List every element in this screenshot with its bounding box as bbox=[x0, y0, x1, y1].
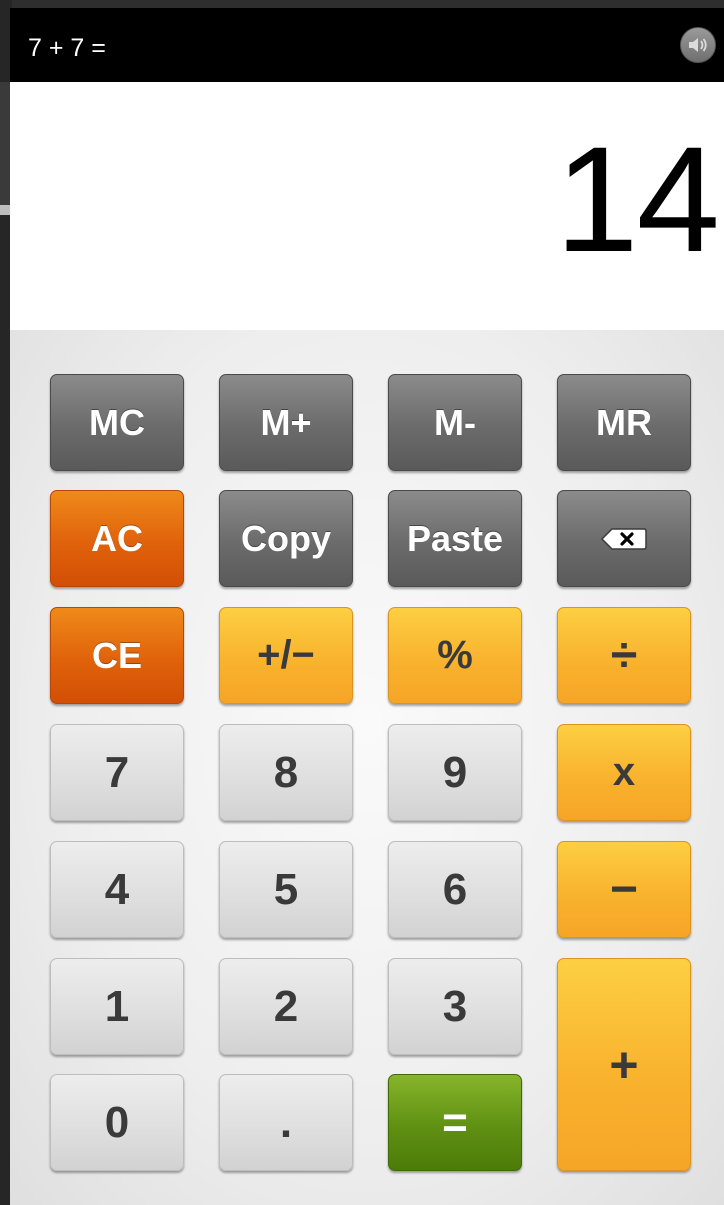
speaker-icon[interactable] bbox=[680, 27, 716, 63]
memory-clear-button[interactable]: MC bbox=[50, 374, 184, 471]
digit-2-button[interactable]: 2 bbox=[219, 958, 353, 1055]
button-label: MC bbox=[89, 401, 145, 443]
memory-add-button[interactable]: M+ bbox=[219, 374, 353, 471]
all-clear-button[interactable]: AC bbox=[50, 490, 184, 587]
button-label: CE bbox=[91, 634, 142, 676]
clear-entry-button[interactable]: CE bbox=[50, 607, 184, 704]
minus-button[interactable]: − bbox=[557, 841, 691, 938]
digit-3-button[interactable]: 3 bbox=[388, 958, 522, 1055]
expression-bar: 7 + 7 = bbox=[10, 8, 724, 82]
button-label: 4 bbox=[104, 864, 130, 914]
button-label: 3 bbox=[442, 981, 468, 1031]
button-label: 8 bbox=[273, 747, 299, 797]
sign-toggle-button[interactable]: +/− bbox=[219, 607, 353, 704]
button-label: M+ bbox=[260, 401, 312, 443]
percent-button[interactable]: % bbox=[388, 607, 522, 704]
digit-5-button[interactable]: 5 bbox=[219, 841, 353, 938]
calculator-app: 7 + 7 = 14 MC M+ M- MR AC Copy Paste CE … bbox=[10, 8, 724, 1205]
button-label: x bbox=[612, 750, 636, 794]
result-display: 14 bbox=[10, 82, 724, 330]
copy-button[interactable]: Copy bbox=[219, 490, 353, 587]
button-label: MR bbox=[596, 401, 652, 443]
button-label: − bbox=[609, 863, 639, 916]
button-label: + bbox=[609, 1036, 639, 1093]
button-label: 7 bbox=[104, 747, 130, 797]
button-label: 0 bbox=[104, 1097, 130, 1147]
divide-button[interactable]: ÷ bbox=[557, 607, 691, 704]
plus-button[interactable]: + bbox=[557, 958, 691, 1171]
digit-6-button[interactable]: 6 bbox=[388, 841, 522, 938]
result-value: 14 bbox=[555, 115, 720, 283]
paste-button[interactable]: Paste bbox=[388, 490, 522, 587]
keypad: MC M+ M- MR AC Copy Paste CE +/− % ÷ 7 8… bbox=[10, 330, 724, 1205]
button-label: M- bbox=[434, 401, 476, 443]
button-label: AC bbox=[91, 517, 143, 559]
memory-subtract-button[interactable]: M- bbox=[388, 374, 522, 471]
button-label: ÷ bbox=[610, 629, 638, 682]
button-label: . bbox=[279, 1097, 293, 1147]
button-label: +/− bbox=[257, 633, 315, 677]
button-label: = bbox=[442, 1097, 468, 1147]
backspace-button[interactable] bbox=[557, 490, 691, 587]
digit-4-button[interactable]: 4 bbox=[50, 841, 184, 938]
digit-8-button[interactable]: 8 bbox=[219, 724, 353, 821]
digit-7-button[interactable]: 7 bbox=[50, 724, 184, 821]
digit-1-button[interactable]: 1 bbox=[50, 958, 184, 1055]
button-label: 9 bbox=[442, 747, 468, 797]
button-label: % bbox=[437, 633, 473, 677]
multiply-button[interactable]: x bbox=[557, 724, 691, 821]
button-label: Copy bbox=[241, 517, 331, 559]
equals-button[interactable]: = bbox=[388, 1074, 522, 1171]
button-label: 2 bbox=[273, 981, 299, 1031]
digit-0-button[interactable]: 0 bbox=[50, 1074, 184, 1171]
memory-recall-button[interactable]: MR bbox=[557, 374, 691, 471]
decimal-point-button[interactable]: . bbox=[219, 1074, 353, 1171]
button-label: Paste bbox=[406, 517, 504, 559]
button-label: 5 bbox=[273, 864, 299, 914]
button-label: 6 bbox=[442, 864, 468, 914]
backspace-icon bbox=[600, 518, 648, 560]
digit-9-button[interactable]: 9 bbox=[388, 724, 522, 821]
button-label: 1 bbox=[104, 981, 130, 1031]
expression-text: 7 + 7 = bbox=[28, 34, 106, 62]
